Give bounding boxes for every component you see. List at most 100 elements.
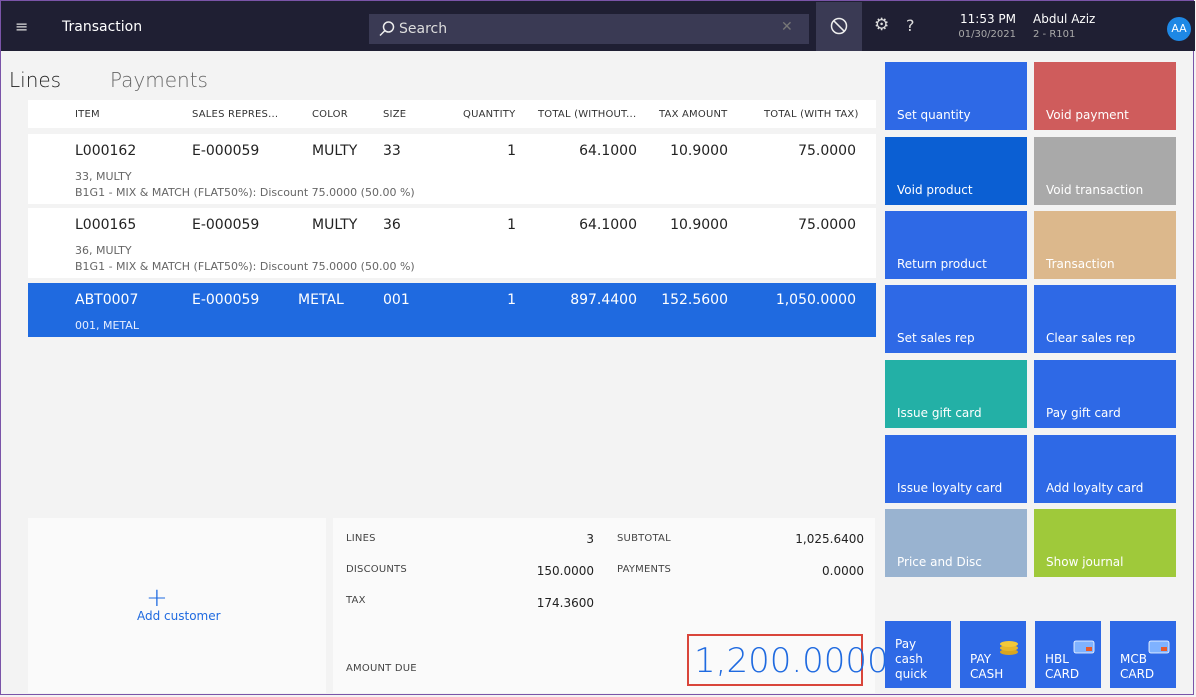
void-payment-label: Void payment [1046, 108, 1129, 122]
void-transaction-button[interactable]: Void transaction [1034, 137, 1176, 205]
pay-cash-line1: PAY [970, 652, 992, 666]
pay-cash-quick-line3: quick [895, 667, 928, 681]
hamburger-menu-icon[interactable]: ≡ [15, 17, 28, 36]
tax-value: 174.3600 [536, 596, 594, 610]
search-input[interactable]: Search ✕ [369, 14, 809, 44]
column-header-color[interactable]: COLOR [312, 109, 348, 120]
return-product-button[interactable]: Return product [885, 211, 1027, 279]
issue-loyalty-card-button[interactable]: Issue loyalty card [885, 435, 1027, 503]
hbl-card-line2: CARD [1045, 667, 1080, 681]
column-header-sales-rep[interactable]: SALES REPRES... [192, 109, 278, 120]
add-loyalty-card-button[interactable]: Add loyalty card [1034, 435, 1176, 503]
search-icon [379, 21, 395, 37]
table-row-selected[interactable]: ABT0007 E-000059 METAL 001 1 897.4400 15… [28, 283, 876, 337]
payments-value: 0.0000 [822, 564, 864, 578]
cell-quantity: 1 [507, 143, 516, 159]
cell-size: 33 [383, 143, 401, 159]
issue-gift-card-label: Issue gift card [897, 406, 982, 420]
pay-cash-quick-button[interactable]: Pay cash quick [885, 621, 951, 688]
add-loyalty-card-label: Add loyalty card [1046, 481, 1144, 495]
cell-item: L000162 [75, 143, 137, 159]
set-sales-rep-label: Set sales rep [897, 331, 975, 345]
void-product-label: Void product [897, 183, 973, 197]
show-journal-label: Show journal [1046, 555, 1124, 569]
issue-gift-card-button[interactable]: Issue gift card [885, 360, 1027, 428]
tab-lines[interactable]: Lines [9, 68, 61, 92]
cell-total-with-tax: 75.0000 [798, 217, 856, 233]
pay-cash-quick-label: Pay cash quick [895, 637, 927, 682]
column-header-tax-amount[interactable]: TAX AMOUNT [659, 109, 727, 120]
cell-total-without-tax: 64.1000 [579, 143, 637, 159]
column-header-item[interactable]: ITEM [75, 109, 100, 120]
cell-total-with-tax: 75.0000 [798, 143, 856, 159]
subtotal-value: 1,025.6400 [795, 532, 864, 546]
cell-size: 001 [383, 292, 410, 308]
top-bar: ≡ Transaction Search ✕ ⚙ ? 11:53 PM 01/3… [1, 1, 1195, 51]
cell-total-without-tax: 64.1000 [579, 217, 637, 233]
set-sales-rep-button[interactable]: Set sales rep [885, 285, 1027, 353]
price-and-disc-button[interactable]: Price and Disc [885, 509, 1027, 577]
cell-tax-amount: 10.9000 [670, 217, 728, 233]
avatar[interactable]: AA [1167, 17, 1191, 41]
search-clear-icon[interactable]: ✕ [781, 19, 793, 35]
void-payment-button[interactable]: Void payment [1034, 62, 1176, 130]
row-variant: 36, MULTY [75, 244, 132, 257]
hbl-card-label: HBL CARD [1045, 652, 1079, 682]
clock-date: 01/30/2021 [958, 29, 1016, 40]
gear-icon[interactable]: ⚙ [874, 15, 889, 35]
set-quantity-button[interactable]: Set quantity [885, 62, 1027, 130]
row-variant: 001, METAL [75, 319, 139, 332]
pay-cash-quick-line1: Pay [895, 637, 917, 651]
column-header-total-with-tax[interactable]: TOTAL (WITH TAX) [764, 109, 859, 120]
clock-time: 11:53 PM [960, 12, 1016, 26]
lines-label: LINES [346, 533, 376, 544]
clear-sales-rep-button[interactable]: Clear sales rep [1034, 285, 1176, 353]
void-product-button[interactable]: Void product [885, 137, 1027, 205]
table-row[interactable]: L000165 E-000059 MULTY 36 1 64.1000 10.9… [28, 208, 876, 278]
cell-sales-rep: E-000059 [192, 217, 260, 233]
mcb-card-button[interactable]: MCB CARD [1110, 621, 1176, 688]
set-quantity-label: Set quantity [897, 108, 971, 122]
subtotal-label: SUBTOTAL [617, 533, 671, 544]
return-product-label: Return product [897, 257, 987, 271]
transaction-button[interactable]: Transaction [1034, 211, 1176, 279]
hbl-card-button[interactable]: HBL CARD [1035, 621, 1101, 688]
cell-quantity: 1 [507, 217, 516, 233]
hbl-card-line1: HBL [1045, 652, 1069, 666]
clear-sales-rep-label: Clear sales rep [1046, 331, 1136, 345]
cell-total-without-tax: 897.4400 [570, 292, 637, 308]
pay-cash-button[interactable]: PAY CASH [960, 621, 1026, 688]
cell-size: 36 [383, 217, 401, 233]
customer-panel[interactable] [28, 518, 326, 693]
pay-cash-quick-line2: cash [895, 652, 923, 666]
row-variant: 33, MULTY [75, 170, 132, 183]
amount-due-value: 1,200.0000 [694, 641, 889, 681]
mcb-card-label: MCB CARD [1120, 652, 1154, 682]
cell-item: ABT0007 [75, 292, 139, 308]
help-icon[interactable]: ? [906, 16, 915, 35]
tab-payments[interactable]: Payments [110, 68, 208, 92]
column-header-quantity[interactable]: QUANTITY [463, 109, 515, 120]
payments-label: PAYMENTS [617, 564, 672, 575]
block-icon [830, 17, 848, 35]
table-row[interactable]: L000162 E-000059 MULTY 33 1 64.1000 10.9… [28, 134, 876, 204]
add-customer-button[interactable]: Add customer [137, 609, 221, 623]
cell-tax-amount: 152.5600 [661, 292, 728, 308]
price-and-disc-label: Price and Disc [897, 555, 982, 569]
row-discount: B1G1 - MIX & MATCH (FLAT50%): Discount 7… [75, 260, 415, 273]
discounts-value: 150.0000 [536, 564, 594, 578]
search-placeholder: Search [399, 21, 448, 37]
block-button[interactable] [816, 2, 862, 51]
store-register: 2 - R101 [1033, 29, 1076, 40]
cell-total-with-tax: 1,050.0000 [775, 292, 856, 308]
grid-header: ITEM SALES REPRES... COLOR SIZE QUANTITY… [28, 100, 876, 128]
amount-due-label: AMOUNT DUE [346, 663, 417, 674]
pay-gift-card-button[interactable]: Pay gift card [1034, 360, 1176, 428]
pay-gift-card-label: Pay gift card [1046, 406, 1121, 420]
show-journal-button[interactable]: Show journal [1034, 509, 1176, 577]
cell-color: METAL [298, 292, 344, 308]
cell-color: MULTY [312, 217, 358, 233]
column-header-total-without-tax[interactable]: TOTAL (WITHOUT... [538, 109, 636, 120]
column-header-size[interactable]: SIZE [383, 109, 406, 120]
issue-loyalty-card-label: Issue loyalty card [897, 481, 1003, 495]
